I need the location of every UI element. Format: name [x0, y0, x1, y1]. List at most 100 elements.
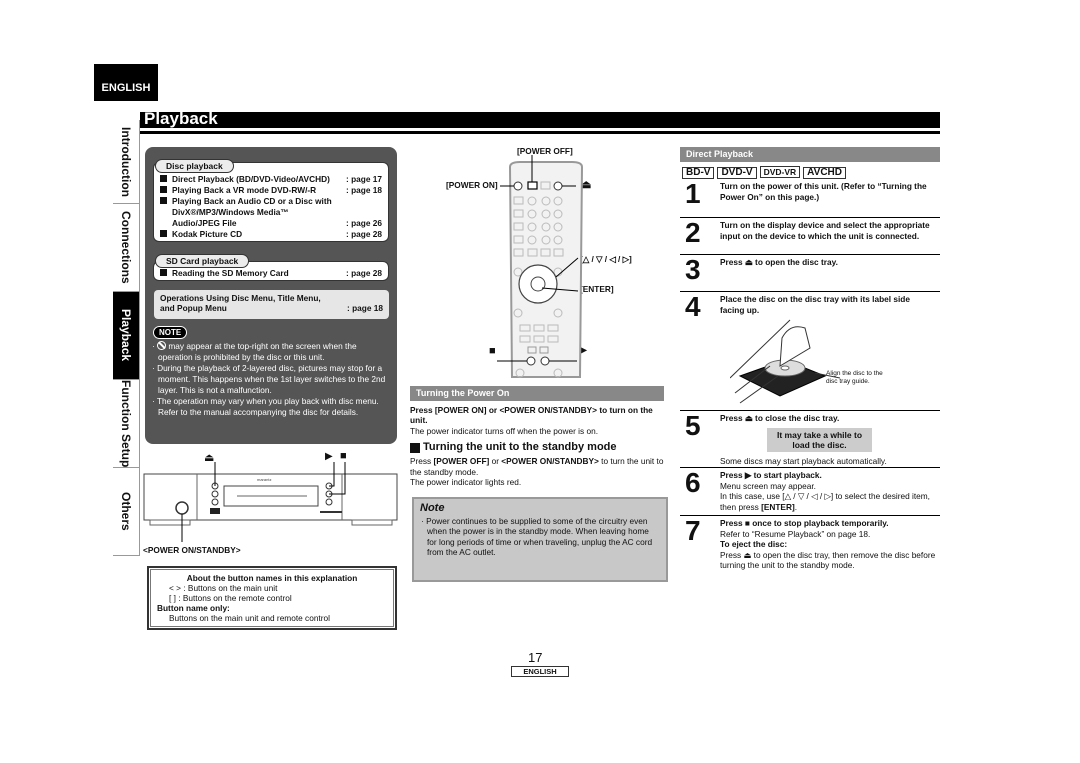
toc-link-operations[interactable]: Operations Using Disc Menu, Title Menu, …	[154, 290, 389, 319]
toc-link-audio-cd[interactable]: Playing Back an Audio CD or a Disc with …	[160, 196, 388, 228]
disc-tray-illustration	[730, 319, 840, 404]
bullet-square-icon	[160, 186, 167, 193]
toc-box: Direct Playback (BD/DVD-Video/AVCHD): pa…	[145, 147, 397, 444]
toc-item-text: Playing Back an Audio CD or a Disc with …	[172, 196, 332, 228]
loading-callout: It may take a while to load the disc.	[767, 427, 872, 452]
toc-item-text: Reading the SD Memory Card	[172, 268, 289, 278]
side-tab-label: Connections	[119, 211, 133, 284]
disc-playback-label: Disc playback	[155, 159, 234, 173]
about-subtitle: Button name only:	[157, 603, 230, 613]
text: Press	[410, 456, 434, 466]
text: In this case, use [△ / ▽ / ◁ / ▷] to sel…	[720, 491, 930, 512]
step-text: Turn on the display device and select th…	[720, 220, 930, 241]
step-extra: Menu screen may appear.	[720, 480, 816, 491]
toc-link-kodak[interactable]: Kodak Picture CD : page 28	[160, 229, 388, 239]
standby-heading: Turning the unit to the standby mode	[410, 442, 664, 453]
text: .	[794, 501, 798, 512]
step-extra: In this case, use [△ / ▽ / ◁ / ▷] to sel…	[720, 491, 940, 512]
step-body: Press ■ once to stop playback temporaril…	[720, 518, 940, 571]
play-icon: ▶	[325, 451, 333, 462]
about-line: < > : Buttons on the main unit	[169, 583, 278, 593]
toc-item-text: Operations Using Disc Menu, Title Menu,	[160, 293, 321, 303]
disc-type-badges: BD-V DVD-V DVD-VR AVCHD	[682, 165, 940, 179]
badge-avchd: AVCHD	[803, 166, 846, 179]
step-text: Place the disc on the disc tray with its…	[720, 294, 910, 315]
side-tab-playback[interactable]: Playback	[113, 292, 140, 380]
step-text: Press ⏏ to close the disc tray.	[720, 413, 840, 423]
step-text: Press ⏏ to open the disc tray.	[720, 257, 838, 267]
disc-playback-panel: Direct Playback (BD/DVD-Video/AVCHD): pa…	[153, 162, 389, 242]
bullet-square-icon	[160, 175, 167, 182]
note-item: · The operation may vary when you play b…	[152, 396, 379, 417]
about-button-names-box: About the button names in this explanati…	[147, 566, 397, 630]
step-5: 5 Press ⏏ to close the disc tray. It may…	[680, 410, 940, 466]
about-line: [ ] : Buttons on the remote control	[169, 593, 292, 603]
badge-dvd-vr: DVD-VR	[759, 165, 801, 178]
page-title: Playback	[144, 109, 218, 128]
bullet-square-icon	[160, 197, 167, 204]
step-6: 6 Press ▶ to start playback. Menu screen…	[680, 467, 940, 515]
note-text: The operation may vary when you play bac…	[156, 396, 379, 417]
note-title: Note	[420, 502, 445, 514]
side-tab-label: Introduction	[119, 126, 133, 197]
toc-item-page: : page 17	[346, 174, 382, 184]
note-badge: NOTE	[153, 326, 188, 339]
note-text: may appear at the top-right on the scree…	[158, 341, 357, 362]
step-4: 4 Place the disc on the disc tray with i…	[680, 291, 940, 409]
side-tab-label: Others	[119, 492, 133, 531]
toc-item-text: Playing Back a VR mode DVD-RW/-R	[172, 185, 317, 195]
badge-dvd-v: DVD-V	[717, 166, 757, 179]
disc-caption: Align the disc to the disc tray guide.	[826, 370, 883, 385]
side-tab-others[interactable]: Others	[113, 468, 140, 556]
step-2: 2 Turn on the display device and select …	[680, 217, 940, 253]
svg-text:marantz: marantz	[257, 477, 271, 482]
toc-link-sd-card[interactable]: Reading the SD Memory Card : page 28	[160, 268, 388, 278]
remote-illustration	[497, 155, 584, 378]
sd-card-label: SD Card playback	[155, 254, 250, 268]
text-bold: [POWER OFF]	[433, 456, 490, 466]
section-header-direct-playback: Direct Playback	[680, 147, 940, 162]
toc-item-page: : page 28	[346, 268, 382, 278]
note-text: Power continues to be supplied to some o…	[426, 515, 653, 558]
side-tab-function-setup[interactable]: Function Setup	[113, 380, 140, 468]
side-tab-label: Function Setup	[119, 379, 133, 468]
step-number: 4	[685, 291, 701, 322]
note-list: · may appear at the top-right on the scr…	[151, 341, 391, 418]
note-text: During the playback of 2-layered disc, p…	[157, 363, 386, 395]
step-body: Press ▶ to start playback. Menu screen m…	[720, 470, 940, 512]
note-item: · Power continues to be supplied to some…	[421, 515, 653, 558]
toc-item-page: : page 28	[346, 229, 382, 239]
step-text: Press ▶ to start playback.	[720, 470, 822, 480]
step-number: 2	[685, 217, 701, 248]
step-3: 3 Press ⏏ to open the disc tray.	[680, 254, 940, 290]
toc-link-vr-mode[interactable]: Playing Back a VR mode DVD-RW/-R : page 1…	[160, 185, 388, 195]
eject-subtitle: To eject the disc:	[720, 539, 788, 549]
step-number: 3	[685, 254, 701, 285]
bullet-square-icon	[410, 443, 420, 453]
side-tab-introduction[interactable]: Introduction	[113, 120, 140, 204]
step-number: 7	[685, 515, 701, 546]
standby-instruction: Press [POWER OFF] or <POWER ON/STANDBY> …	[410, 456, 664, 477]
standby-info: The power indicator lights red.	[410, 477, 522, 487]
player-illustration: marantz	[143, 462, 398, 542]
text: or	[489, 456, 502, 466]
toc-item-text: Kodak Picture CD	[172, 229, 243, 239]
language-tab: ENGLISH	[94, 64, 158, 101]
power-standby-label: <POWER ON/STANDBY>	[143, 545, 241, 555]
step-number: 5	[685, 410, 701, 441]
about-title: About the button names in this explanati…	[186, 573, 358, 583]
side-tab-connections[interactable]: Connections	[113, 204, 140, 292]
toc-item-page: : page 26	[346, 218, 382, 228]
title-bar	[140, 112, 940, 128]
stop-icon: ■	[340, 450, 347, 462]
direct-playback-section: Direct Playback BD-V DVD-V DVD-VR AVCHD	[680, 147, 940, 179]
toc-item-page: : page 18	[347, 303, 383, 313]
toc-link-direct-playback[interactable]: Direct Playback (BD/DVD-Video/AVCHD): pa…	[160, 174, 388, 184]
step-text: Turn on the power of this unit. (Refer t…	[720, 181, 927, 202]
prohibited-icon	[157, 341, 167, 350]
toc-item-page: : page 18	[346, 185, 382, 195]
step-text: Press ■ once to stop playback temporaril…	[720, 518, 889, 528]
toc-item-text: and Popup Menu	[160, 303, 227, 313]
title-divider	[140, 131, 940, 134]
bullet-square-icon	[160, 230, 167, 237]
